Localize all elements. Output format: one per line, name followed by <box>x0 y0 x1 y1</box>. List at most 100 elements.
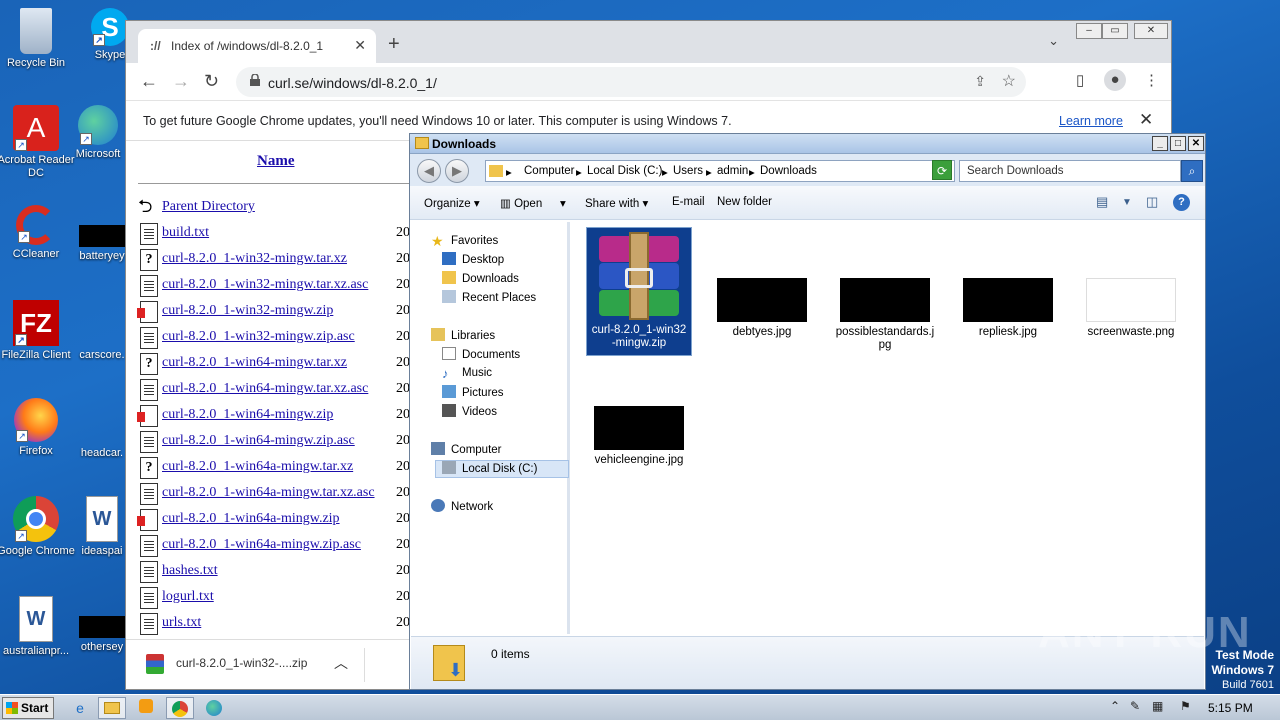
nav-libraries[interactable]: Libraries <box>431 328 495 346</box>
file-link[interactable]: curl-8.2.0_1-win32-mingw.zip.asc <box>162 329 355 345</box>
nav-favorites[interactable]: ★ Favorites <box>431 233 498 251</box>
file-link[interactable]: curl-8.2.0_1-win64a-mingw.tar.xz.asc <box>162 485 375 501</box>
forward-arrow-icon[interactable]: → <box>172 71 190 92</box>
side-panel-icon[interactable]: ▯ <box>1076 71 1084 89</box>
test-mode-line2: Windows 7 <box>1211 663 1274 677</box>
nav-computer[interactable]: Computer <box>431 442 502 460</box>
bookmark-star-icon[interactable]: ☆ <box>1002 71 1016 91</box>
file-item-repliesk[interactable]: repliesk.jpg <box>956 278 1060 339</box>
minimize-button[interactable]: _ <box>1152 136 1168 151</box>
minimize-button[interactable]: – <box>1076 23 1102 39</box>
start-button[interactable]: Start <box>2 697 54 719</box>
flag-icon[interactable]: ⚑ <box>1180 699 1191 713</box>
nav-desktop[interactable]: Desktop <box>442 252 504 270</box>
clock[interactable]: 5:15 PM <box>1208 701 1253 715</box>
file-link[interactable]: curl-8.2.0_1-win32-mingw.tar.xz.asc <box>162 277 368 293</box>
breadcrumb-users[interactable]: Users <box>673 165 703 177</box>
tab-search-chevron-icon[interactable]: ⌄ <box>1048 33 1059 49</box>
breadcrumb-computer[interactable]: Computer <box>524 165 575 177</box>
file-link[interactable]: curl-8.2.0_1-win64a-mingw.zip.asc <box>162 537 361 553</box>
breadcrumb-separator[interactable]: ▸ <box>749 165 755 179</box>
close-button[interactable]: ✕ <box>1188 136 1204 151</box>
breadcrumb-separator[interactable]: ▸ <box>576 165 582 179</box>
refresh-icon[interactable]: ⟳ <box>932 160 952 180</box>
maximize-button[interactable]: ▭ <box>1102 23 1128 39</box>
preview-pane-icon[interactable]: ◫ <box>1146 194 1158 210</box>
breadcrumb-separator[interactable]: ▸ <box>662 165 668 179</box>
file-item-debtyes[interactable]: debtyes.jpg <box>710 278 814 339</box>
parent-directory-link[interactable]: Parent Directory <box>162 199 255 215</box>
internet-explorer-icon[interactable]: e <box>66 697 94 719</box>
file-link[interactable]: curl-8.2.0_1-win64-mingw.tar.xz.asc <box>162 381 368 397</box>
breadcrumb-separator[interactable]: ▸ <box>706 165 712 179</box>
nav-recent-places[interactable]: Recent Places <box>442 290 536 308</box>
organize-button[interactable]: Organize ▾ <box>424 196 480 210</box>
new-folder-button[interactable]: New folder <box>717 196 772 208</box>
file-link[interactable]: logurl.txt <box>162 589 214 605</box>
file-link[interactable]: urls.txt <box>162 615 201 631</box>
nav-documents[interactable]: Documents <box>442 347 520 365</box>
breadcrumb-downloads[interactable]: Downloads <box>760 165 817 177</box>
profile-avatar-icon[interactable]: ● <box>1104 69 1126 91</box>
chrome-icon[interactable] <box>166 697 194 719</box>
media-player-icon[interactable] <box>132 697 160 719</box>
address-bar[interactable]: curl.se/windows/dl-8.2.0_1/ ⇪ ☆ <box>236 67 1026 97</box>
network-tray-icon[interactable]: ▦ <box>1152 699 1163 713</box>
file-link[interactable]: curl-8.2.0_1-win32-mingw.tar.xz <box>162 251 347 267</box>
back-arrow-icon[interactable]: ◀ <box>417 159 441 183</box>
close-tab-icon[interactable]: ✕ <box>354 37 366 54</box>
file-link[interactable]: build.txt <box>162 225 209 241</box>
share-icon[interactable]: ⇪ <box>974 73 986 90</box>
file-item-screenwaste[interactable]: screenwaste.png <box>1079 278 1183 339</box>
action-center-icon[interactable]: ✎ <box>1130 699 1140 713</box>
search-input[interactable] <box>965 162 1175 180</box>
breadcrumb-admin[interactable]: admin <box>717 165 748 177</box>
show-hidden-icons-icon[interactable]: ⌃ <box>1110 699 1120 713</box>
name-column-header[interactable]: Name <box>257 153 295 170</box>
reload-icon[interactable]: ↻ <box>204 71 219 92</box>
new-tab-button[interactable]: + <box>388 33 400 56</box>
file-item-curl-zip[interactable]: curl-8.2.0_1-win32-mingw.zip <box>586 227 692 356</box>
share-with-button[interactable]: Share with ▾ <box>585 196 648 210</box>
nav-music[interactable]: ♪ Music <box>442 366 492 384</box>
nav-network[interactable]: Network <box>431 499 493 517</box>
close-infobar-icon[interactable]: ✕ <box>1139 110 1153 130</box>
chevron-up-icon[interactable]: ︿ <box>334 653 348 673</box>
file-link[interactable]: curl-8.2.0_1-win64-mingw.zip.asc <box>162 433 355 449</box>
desktop-icon-recycle-bin[interactable]: Recycle Bin <box>0 8 76 70</box>
file-link[interactable]: curl-8.2.0_1-win64a-mingw.tar.xz <box>162 459 353 475</box>
breadcrumb-local-disk[interactable]: Local Disk (C:) <box>587 165 662 177</box>
download-item-name[interactable]: curl-8.2.0_1-win32-....zip <box>176 656 307 670</box>
file-link[interactable]: hashes.txt <box>162 563 218 579</box>
change-view-icon[interactable]: ▤ <box>1096 194 1108 210</box>
nav-downloads[interactable]: Downloads <box>442 271 519 289</box>
learn-more-link[interactable]: Learn more <box>1059 114 1123 128</box>
file-item-vehicleengine[interactable]: vehicleengine.jpg <box>587 406 691 467</box>
open-button[interactable]: ▥ Open <box>500 196 542 210</box>
file-item-possiblestandards[interactable]: possiblestandards.jpg <box>833 278 937 352</box>
search-box[interactable] <box>959 160 1181 182</box>
open-dropdown-chevron-icon[interactable]: ▾ <box>560 196 566 210</box>
file-link[interactable]: curl-8.2.0_1-win64-mingw.zip <box>162 407 333 423</box>
winrar-archive-icon <box>146 654 164 674</box>
email-button[interactable]: E-mail <box>672 196 705 208</box>
maximize-button[interactable]: □ <box>1170 136 1186 151</box>
forward-arrow-icon[interactable]: ▶ <box>445 159 469 183</box>
nav-pictures[interactable]: Pictures <box>442 385 504 403</box>
file-link[interactable]: curl-8.2.0_1-win64a-mingw.zip <box>162 511 340 527</box>
help-icon[interactable]: ? <box>1173 194 1190 211</box>
back-arrow-icon[interactable]: ← <box>140 71 158 92</box>
nav-local-disk[interactable]: Local Disk (C:) <box>435 460 569 478</box>
windows-explorer-icon[interactable] <box>98 697 126 719</box>
close-button[interactable]: ✕ <box>1134 23 1168 39</box>
menu-kebab-icon[interactable]: ⋮ <box>1144 71 1159 89</box>
file-link[interactable]: curl-8.2.0_1-win64-mingw.tar.xz <box>162 355 347 371</box>
search-icon[interactable]: ⌕ <box>1181 160 1203 182</box>
browser-tab[interactable]: :// Index of /windows/dl-8.2.0_1 ✕ <box>138 29 376 63</box>
breadcrumb[interactable]: ▸ Computer ▸ Local Disk (C:) ▸ Users ▸ a… <box>485 160 955 182</box>
breadcrumb-separator[interactable]: ▸ <box>506 165 512 179</box>
chevron-down-icon[interactable]: ▼ <box>1122 197 1132 208</box>
nav-videos[interactable]: Videos <box>442 404 497 422</box>
file-link[interactable]: curl-8.2.0_1-win32-mingw.zip <box>162 303 333 319</box>
edge-icon[interactable] <box>200 697 228 719</box>
